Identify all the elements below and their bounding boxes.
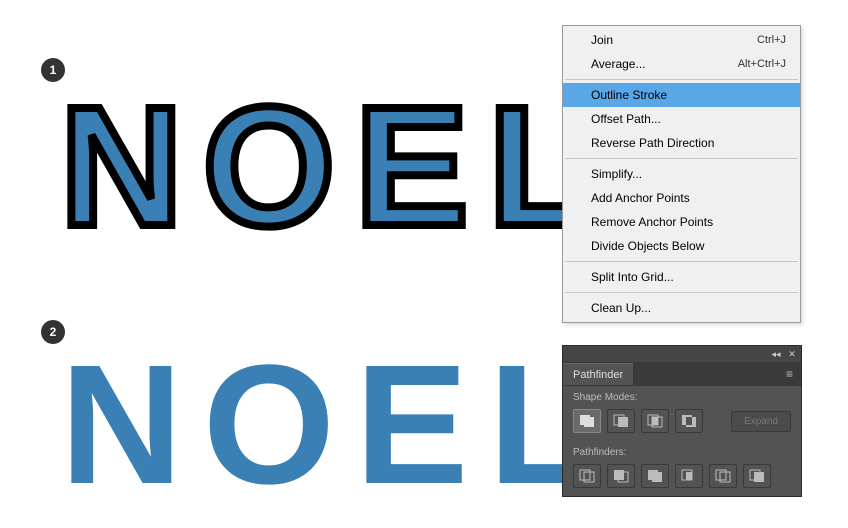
crop-icon xyxy=(681,469,697,483)
menu-item-shortcut: Alt+Ctrl+J xyxy=(738,58,786,70)
pathfinder-panel: ◂◂ ✕ Pathfinder ≡ Shape Modes: Expand Pa… xyxy=(562,345,802,497)
menu-item-label: Reverse Path Direction xyxy=(591,136,714,150)
crop-button[interactable] xyxy=(675,464,703,488)
menu-separator xyxy=(565,158,798,159)
menu-item-divide-objects-below[interactable]: Divide Objects Below xyxy=(563,234,800,258)
intersect-icon xyxy=(647,414,663,428)
menu-item-simplify[interactable]: Simplify... xyxy=(563,162,800,186)
menu-item-add-anchor-points[interactable]: Add Anchor Points xyxy=(563,186,800,210)
merge-icon xyxy=(647,469,663,483)
divide-icon xyxy=(579,469,595,483)
menu-item-join[interactable]: Join Ctrl+J xyxy=(563,28,800,52)
menu-item-split-into-grid[interactable]: Split Into Grid... xyxy=(563,265,800,289)
divide-button[interactable] xyxy=(573,464,601,488)
shape-modes-label: Shape Modes: xyxy=(563,386,801,405)
menu-item-label: Average... xyxy=(591,57,645,71)
menu-item-reverse-path-direction[interactable]: Reverse Path Direction xyxy=(563,131,800,155)
pathfinders-row xyxy=(563,460,801,496)
intersect-button[interactable] xyxy=(641,409,669,433)
close-icon[interactable]: ✕ xyxy=(787,349,797,359)
artwork-noel-step1: NOEL xyxy=(60,82,612,252)
panel-tabrow: Pathfinder ≡ xyxy=(563,362,801,386)
shape-modes-row: Expand xyxy=(563,405,801,441)
menu-item-label: Outline Stroke xyxy=(591,88,667,102)
menu-item-label: Remove Anchor Points xyxy=(591,215,713,229)
merge-button[interactable] xyxy=(641,464,669,488)
menu-item-label: Offset Path... xyxy=(591,112,661,126)
menu-separator xyxy=(565,261,798,262)
menu-item-outline-stroke[interactable]: Outline Stroke xyxy=(563,83,800,107)
minus-front-button[interactable] xyxy=(607,409,635,433)
expand-button[interactable]: Expand xyxy=(731,411,791,432)
menu-item-label: Clean Up... xyxy=(591,301,651,315)
menu-item-label: Divide Objects Below xyxy=(591,239,704,253)
outline-button[interactable] xyxy=(709,464,737,488)
minus-back-button[interactable] xyxy=(743,464,771,488)
panel-menu-icon[interactable]: ≡ xyxy=(778,367,801,381)
minus-front-icon xyxy=(613,414,629,428)
menu-separator xyxy=(565,79,798,80)
exclude-icon xyxy=(681,414,697,428)
menu-item-offset-path[interactable]: Offset Path... xyxy=(563,107,800,131)
exclude-button[interactable] xyxy=(675,409,703,433)
trim-button[interactable] xyxy=(607,464,635,488)
menu-item-remove-anchor-points[interactable]: Remove Anchor Points xyxy=(563,210,800,234)
menu-item-label: Split Into Grid... xyxy=(591,270,674,284)
pathfinders-label: Pathfinders: xyxy=(563,441,801,460)
menu-item-label: Add Anchor Points xyxy=(591,191,690,205)
menu-item-label: Simplify... xyxy=(591,167,642,181)
outline-icon xyxy=(715,469,731,483)
trim-icon xyxy=(613,469,629,483)
collapse-icon[interactable]: ◂◂ xyxy=(771,349,781,359)
unite-button[interactable] xyxy=(573,409,601,433)
menu-item-clean-up[interactable]: Clean Up... xyxy=(563,296,800,320)
unite-icon xyxy=(579,414,595,428)
menu-item-shortcut: Ctrl+J xyxy=(757,34,786,46)
tab-pathfinder[interactable]: Pathfinder xyxy=(563,363,633,385)
artwork-noel-step2: NOEL xyxy=(60,340,612,510)
minus-back-icon xyxy=(749,469,765,483)
menu-item-label: Join xyxy=(591,33,613,47)
path-context-menu: Join Ctrl+J Average... Alt+Ctrl+J Outlin… xyxy=(562,25,801,323)
menu-separator xyxy=(565,292,798,293)
panel-titlebar: ◂◂ ✕ xyxy=(563,346,801,362)
menu-item-average[interactable]: Average... Alt+Ctrl+J xyxy=(563,52,800,76)
